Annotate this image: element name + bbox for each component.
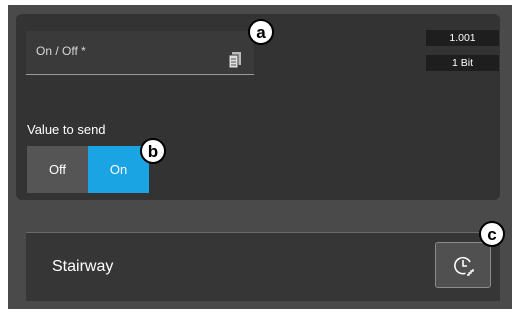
value-to-send-label: Value to send (27, 122, 106, 137)
object-name-field[interactable]: On / Off * (26, 31, 254, 75)
callout-b: b (140, 138, 166, 164)
datapoint-type-badge: 1.001 (426, 30, 499, 46)
stairway-timer-button[interactable] (435, 242, 491, 288)
object-name-label: On / Off * (36, 44, 86, 58)
document-icon[interactable] (229, 52, 241, 68)
object-size-badge: 1 Bit (426, 55, 499, 71)
value-toggle[interactable]: Off On (27, 146, 149, 193)
callout-a: a (248, 19, 274, 45)
toggle-off-button[interactable]: Off (27, 146, 88, 193)
callout-c: c (479, 221, 505, 247)
stairway-timer-icon (454, 256, 474, 276)
stairway-label: Stairway (52, 258, 114, 275)
stairway-function-row: Stairway (26, 232, 500, 301)
